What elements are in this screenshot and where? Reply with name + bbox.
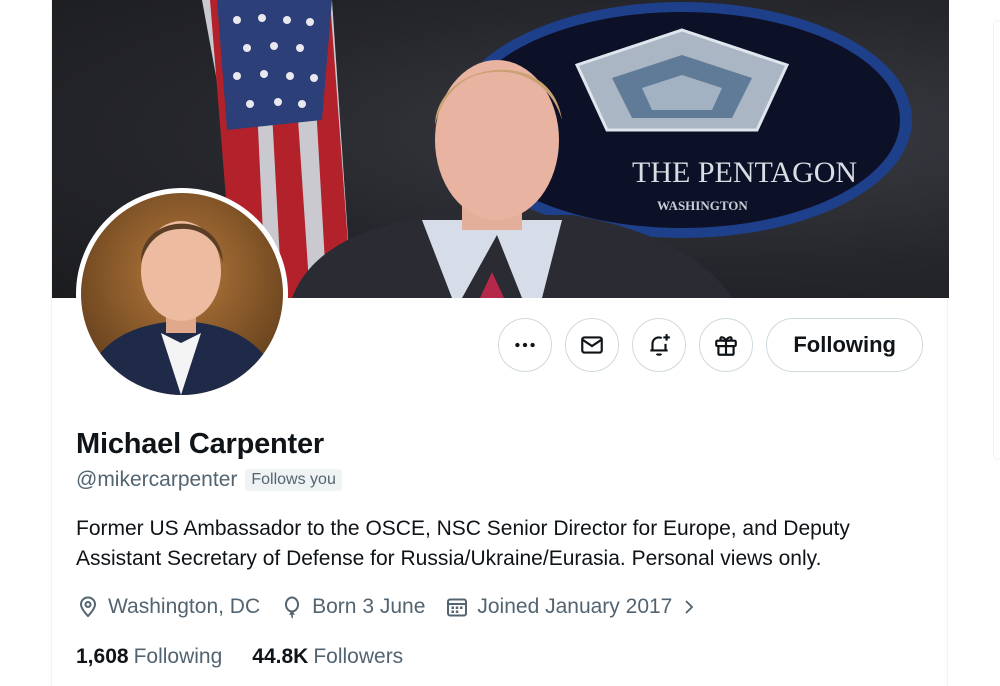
- profile-stats: 1,608 Following 44.8K Followers: [76, 645, 403, 669]
- followers-count: 44.8K: [252, 645, 309, 668]
- location-pin-icon: [79, 596, 97, 618]
- message-button[interactable]: [565, 318, 620, 372]
- location-item: Washington, DC: [76, 595, 260, 619]
- joined-item[interactable]: Joined January 2017: [445, 595, 698, 619]
- svg-text:THE PENTAGON: THE PENTAGON: [632, 156, 857, 189]
- balloon-icon: [285, 596, 300, 619]
- birthday-text: Born 3 June: [312, 595, 426, 618]
- profile-avatar[interactable]: [76, 188, 288, 400]
- chevron-right-icon: [685, 600, 694, 614]
- followers-stat[interactable]: 44.8K Followers: [252, 645, 403, 669]
- svg-text:WASHINGTON: WASHINGTON: [657, 198, 748, 213]
- following-count: 1,608: [76, 645, 129, 668]
- birthday-item: Born 3 June: [280, 595, 425, 619]
- right-panel-edge: [993, 20, 1000, 460]
- profile-handle: @mikercarpenter: [76, 468, 238, 491]
- more-button[interactable]: [498, 318, 553, 372]
- following-stat[interactable]: 1,608 Following: [76, 645, 222, 669]
- more-icon: [515, 342, 536, 348]
- avatar-image: [81, 193, 283, 395]
- profile-meta: Washington, DC Born 3 June Joined Januar…: [76, 595, 698, 619]
- handle-row: @mikercarpenter Follows you: [76, 468, 342, 492]
- profile-name: Michael Carpenter: [76, 428, 325, 460]
- notify-button[interactable]: [632, 318, 687, 372]
- envelope-icon: [581, 336, 604, 354]
- joined-text: Joined January 2017: [477, 595, 673, 618]
- followers-label: Followers: [313, 645, 404, 668]
- profile-bio: Former US Ambassador to the OSCE, NSC Se…: [76, 517, 850, 570]
- location-text: Washington, DC: [108, 595, 261, 618]
- calendar-icon: [447, 598, 468, 617]
- subscribe-button[interactable]: [699, 318, 754, 372]
- bell-plus-icon: [650, 334, 671, 356]
- follows-you-badge: Follows you: [245, 469, 342, 491]
- profile-actions: Following: [498, 318, 923, 372]
- profile-column: THE PENTAGON WASHINGTON Following Michae…: [51, 0, 949, 686]
- following-label: Following: [133, 645, 223, 668]
- following-button[interactable]: Following: [766, 318, 923, 372]
- gift-icon: [715, 336, 738, 356]
